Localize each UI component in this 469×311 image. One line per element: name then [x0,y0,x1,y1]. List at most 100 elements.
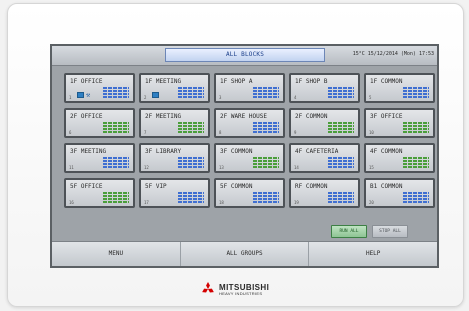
block-tile[interactable]: 1F OFFICE 1 ⚒ [64,73,135,103]
block-name: 3F LIBRARY [145,148,182,155]
block-number: 15 [369,165,374,170]
block-tile[interactable]: B1 COMMON 20 [364,178,435,208]
unit-status-bars-icon [178,87,204,98]
block-tile[interactable]: 3F OFFICE 10 [364,108,435,138]
unit-status-bar [403,87,429,89]
unit-status-bars-icon [178,122,204,133]
block-name: 5F COMMON [220,183,253,190]
brand-logo: MITSUBISHI HEAVY INDUSTRIES [200,282,269,296]
three-diamonds-icon [202,282,214,293]
block-name: 4F CAFETERIA [295,148,339,155]
wrench-icon: ⚒ [86,91,91,99]
block-tile[interactable]: 4F CAFETERIA 14 [289,143,360,173]
unit-status-bar [253,201,279,203]
unit-icon [77,92,84,98]
unit-status-bars-icon [103,87,129,98]
unit-status-bar [103,166,129,168]
unit-status-bar [253,157,279,159]
unit-status-bar [403,201,429,203]
unit-status-bar [253,198,279,200]
unit-status-bar [178,93,204,95]
block-tile[interactable]: 2F OFFICE 6 [64,108,135,138]
block-name: 2F WARE HOUSE [220,113,267,120]
unit-status-bars-icon [328,157,354,168]
block-tile[interactable]: 4F COMMON 15 [364,143,435,173]
unit-status-bar [178,198,204,200]
unit-status-bar [103,201,129,203]
block-number: 7 [144,130,147,135]
unit-status-bar [403,93,429,95]
unit-status-bar [403,198,429,200]
unit-status-bar [178,96,204,98]
block-tile[interactable]: 2F MEETING 7 [139,108,210,138]
block-status-icons [152,92,159,98]
unit-status-bar [328,157,354,159]
unit-status-bar [178,157,204,159]
block-tile[interactable]: 1F SHOP B 4 [289,73,360,103]
unit-status-bars-icon [253,87,279,98]
unit-status-bar [328,131,354,133]
unit-status-bars-icon [328,192,354,203]
block-name: 2F MEETING [145,113,182,120]
status-temp-datetime: 15°C 15/12/2014 (Mon) 17:53 [352,51,434,57]
block-tile[interactable]: 5F VIP 17 [139,178,210,208]
block-tile[interactable]: 2F WARE HOUSE 8 [214,108,285,138]
unit-status-bar [328,163,354,165]
unit-status-bar [253,195,279,197]
block-number: 11 [69,165,74,170]
block-tile[interactable]: 2F COMMON 9 [289,108,360,138]
unit-status-bar [328,93,354,95]
block-tile[interactable]: 5F COMMON 18 [214,178,285,208]
unit-status-bar [253,192,279,194]
block-tile[interactable]: 5F OFFICE 16 [64,178,135,208]
top-bar: ALL BLOCKS 15°C 15/12/2014 (Mon) 17:53 [52,46,437,66]
unit-status-bar [403,131,429,133]
block-tile[interactable]: RF COMMON 19 [289,178,360,208]
block-number: 9 [294,130,297,135]
unit-status-bar [253,128,279,130]
brand-subtitle: HEAVY INDUSTRIES [219,290,263,296]
block-name: 3F MEETING [70,148,107,155]
block-tile[interactable]: 1F COMMON 5 [364,73,435,103]
help-button[interactable]: HELP [309,242,437,266]
stop-all-button[interactable]: STOP ALL [372,225,408,238]
unit-status-bars-icon [178,157,204,168]
unit-status-bars-icon [178,192,204,203]
unit-status-bar [178,192,204,194]
block-number: 4 [294,95,297,100]
block-tile[interactable]: 1F MEETING 2 [139,73,210,103]
run-all-button[interactable]: RUN ALL [331,225,367,238]
unit-status-bar [328,90,354,92]
block-tile[interactable]: 3F LIBRARY 12 [139,143,210,173]
unit-status-bar [403,128,429,130]
unit-status-bar [103,122,129,124]
block-number: 19 [294,200,299,205]
all-groups-button[interactable]: ALL GROUPS [181,242,310,266]
unit-status-bars-icon [328,122,354,133]
menu-button[interactable]: MENU [52,242,181,266]
unit-status-bar [103,160,129,162]
block-number: 3 [219,95,222,100]
unit-status-bar [178,166,204,168]
block-tile[interactable]: 3F MEETING 11 [64,143,135,173]
block-name: B1 COMMON [370,183,403,190]
unit-status-bar [253,163,279,165]
unit-status-bar [403,90,429,92]
block-tile[interactable]: 1F SHOP A 3 [214,73,285,103]
block-number: 13 [219,165,224,170]
block-name: RF COMMON [295,183,328,190]
block-tile[interactable]: 3F COMMON 13 [214,143,285,173]
unit-status-bar [178,195,204,197]
unit-status-bars-icon [403,192,429,203]
unit-status-bar [178,131,204,133]
unit-status-bar [178,163,204,165]
unit-status-bar [328,195,354,197]
unit-status-bars-icon [253,122,279,133]
unit-status-bar [253,131,279,133]
block-name: 3F COMMON [220,148,253,155]
unit-status-bar [328,122,354,124]
unit-status-bar [103,128,129,130]
unit-status-bars-icon [103,122,129,133]
unit-status-bar [328,192,354,194]
block-number: 14 [294,165,299,170]
